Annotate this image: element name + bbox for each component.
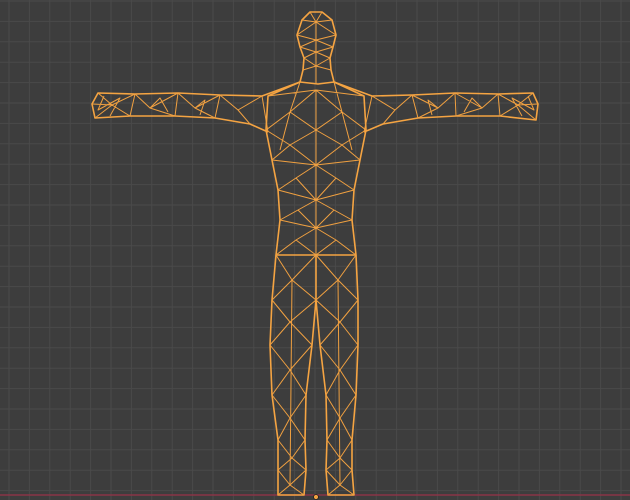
torso-edges bbox=[265, 81, 367, 256]
viewport-canvas[interactable] bbox=[0, 0, 630, 500]
left-arm-edges bbox=[91, 92, 269, 133]
floor-grid bbox=[0, 0, 630, 500]
right-arm-edges bbox=[363, 92, 539, 133]
object-origin-icon[interactable] bbox=[313, 494, 319, 500]
3d-viewport[interactable] bbox=[0, 0, 630, 500]
